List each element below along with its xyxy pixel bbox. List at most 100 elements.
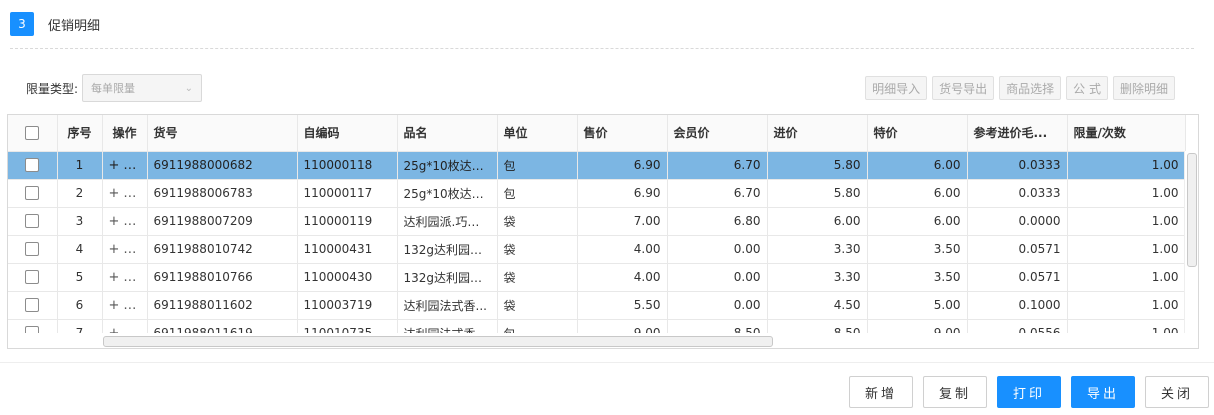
table-row[interactable]: 6 + −6911988011602 110003719 达利园法式香... 袋 5.50… xyxy=(8,291,1186,320)
row-sku: 6911988010766 xyxy=(147,263,298,292)
col-margin[interactable]: 参考进价毛... xyxy=(967,115,1068,152)
row-name: 25g*10枚达利... xyxy=(397,151,498,180)
col-seq: 序号 xyxy=(57,115,103,152)
row-price: 5.50 xyxy=(577,291,668,320)
row-member-price: 0.00 xyxy=(667,291,768,320)
row-unit: 袋 xyxy=(497,235,578,264)
row-op-icons[interactable]: + − xyxy=(102,235,148,264)
export-button[interactable]: 导出 xyxy=(1071,376,1135,408)
col-code[interactable]: 自编码 xyxy=(297,115,398,152)
row-margin: 0.0333 xyxy=(967,179,1068,208)
import-detail-button[interactable]: 明细导入 xyxy=(865,76,928,100)
row-special: 6.00 xyxy=(867,179,968,208)
horizontal-scrollbar[interactable] xyxy=(102,333,1185,348)
row-checkbox[interactable] xyxy=(8,263,58,292)
row-margin: 0.0333 xyxy=(967,151,1068,180)
row-member-price: 0.00 xyxy=(667,235,768,264)
section-divider xyxy=(10,48,1194,49)
row-cost: 4.50 xyxy=(767,291,868,320)
section-title: 促销明细 xyxy=(48,18,101,34)
add-button[interactable]: 新增 xyxy=(849,376,913,408)
row-price: 4.00 xyxy=(577,263,668,292)
col-op: 操作 xyxy=(102,115,148,152)
row-seq: 5 xyxy=(57,263,103,292)
row-cost: 5.80 xyxy=(767,151,868,180)
vertical-scroll-thumb[interactable] xyxy=(1187,153,1197,267)
row-special: 3.50 xyxy=(867,263,968,292)
row-name: 达利园派.巧克... xyxy=(397,207,498,236)
detail-toolbar: 明细导入 货号导出 商品选择 公 式 删除明细 xyxy=(865,76,1175,100)
row-op-icons[interactable]: + − xyxy=(102,179,148,208)
row-limit: 1.00 xyxy=(1067,151,1186,180)
table-row[interactable]: 5 + −6911988010766 110000430 132g达利园金... 袋 4.… xyxy=(8,263,1186,292)
section-header: 3 促销明细 xyxy=(10,12,100,36)
row-seq: 1 xyxy=(57,151,103,180)
row-cost: 3.30 xyxy=(767,235,868,264)
formula-button[interactable]: 公 式 xyxy=(1066,76,1108,100)
col-member-price[interactable]: 会员价 xyxy=(667,115,768,152)
row-op-icons[interactable]: + − xyxy=(102,291,148,320)
row-name: 25g*10枚达利... xyxy=(397,179,498,208)
export-sku-button[interactable]: 货号导出 xyxy=(932,76,995,100)
col-cost[interactable]: 进价 xyxy=(767,115,868,152)
row-op-icons[interactable]: + − xyxy=(102,151,148,180)
row-unit: 包 xyxy=(497,151,578,180)
horizontal-scroll-thumb[interactable] xyxy=(103,336,773,347)
row-special: 6.00 xyxy=(867,151,968,180)
row-limit: 1.00 xyxy=(1067,179,1186,208)
row-limit: 1.00 xyxy=(1067,263,1186,292)
row-seq: 6 xyxy=(57,291,103,320)
close-button[interactable]: 关闭 xyxy=(1145,376,1209,408)
grid-corner xyxy=(8,333,102,348)
copy-button[interactable]: 复制 xyxy=(923,376,987,408)
col-special[interactable]: 特价 xyxy=(867,115,968,152)
row-checkbox[interactable] xyxy=(8,207,58,236)
row-member-price: 6.70 xyxy=(667,151,768,180)
select-product-button[interactable]: 商品选择 xyxy=(999,76,1062,100)
row-checkbox[interactable] xyxy=(8,151,58,180)
row-name: 达利园法式香... xyxy=(397,291,498,320)
chevron-down-icon: ⌄ xyxy=(184,82,194,94)
row-price: 4.00 xyxy=(577,235,668,264)
row-member-price: 6.70 xyxy=(667,179,768,208)
print-button[interactable]: 打印 xyxy=(997,376,1061,408)
row-sku: 6911988010742 xyxy=(147,235,298,264)
row-code: 110003719 xyxy=(297,291,398,320)
row-special: 3.50 xyxy=(867,235,968,264)
row-op-icons[interactable]: + − xyxy=(102,263,148,292)
select-all-checkbox[interactable] xyxy=(8,115,58,152)
row-sku: 6911988007209 xyxy=(147,207,298,236)
col-unit[interactable]: 单位 xyxy=(497,115,578,152)
row-unit: 袋 xyxy=(497,207,578,236)
table-row[interactable]: 1 + −6911988000682 110000118 25g*10枚达利... 包 6… xyxy=(8,151,1186,180)
row-name: 132g达利园金... xyxy=(397,235,498,264)
table-row[interactable]: 3 + −6911988007209 110000119 达利园派.巧克... 袋 7.0… xyxy=(8,207,1186,236)
row-checkbox[interactable] xyxy=(8,291,58,320)
row-limit: 1.00 xyxy=(1067,235,1186,264)
row-seq: 2 xyxy=(57,179,103,208)
row-sku: 6911988000682 xyxy=(147,151,298,180)
row-seq: 4 xyxy=(57,235,103,264)
row-checkbox[interactable] xyxy=(8,235,58,264)
row-special: 6.00 xyxy=(867,207,968,236)
limit-type-select[interactable]: 每单限量 ⌄ xyxy=(82,74,203,102)
row-unit: 包 xyxy=(497,179,578,208)
col-name[interactable]: 品名 xyxy=(397,115,498,152)
delete-detail-button[interactable]: 删除明细 xyxy=(1112,76,1175,100)
row-price: 6.90 xyxy=(577,151,668,180)
vertical-scrollbar[interactable] xyxy=(1184,151,1198,348)
table-header-row: 序号 操作 货号 自编码 品名 单位 售价 会员价 进价 特价 参考进价毛...… xyxy=(8,115,1186,152)
row-checkbox[interactable] xyxy=(8,179,58,208)
limit-type-filter: 限量类型: 每单限量 ⌄ xyxy=(26,74,203,102)
col-price[interactable]: 售价 xyxy=(577,115,668,152)
row-limit: 1.00 xyxy=(1067,207,1186,236)
row-margin: 0.1000 xyxy=(967,291,1068,320)
table-row[interactable]: 4 + −6911988010742 110000431 132g达利园金... 袋 4.… xyxy=(8,235,1186,264)
limit-type-value: 每单限量 xyxy=(91,82,136,95)
table-row[interactable]: 2 + −6911988006783 110000117 25g*10枚达利... 包 6… xyxy=(8,179,1186,208)
col-sku[interactable]: 货号 xyxy=(147,115,298,152)
row-seq: 3 xyxy=(57,207,103,236)
row-member-price: 0.00 xyxy=(667,263,768,292)
col-limit[interactable]: 限量/次数 xyxy=(1067,115,1186,152)
row-op-icons[interactable]: + − xyxy=(102,207,148,236)
